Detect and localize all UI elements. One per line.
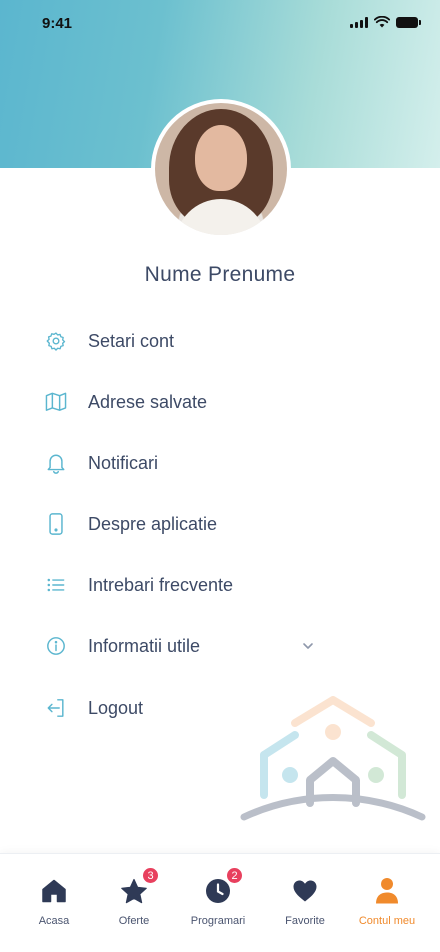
chevron-down-icon[interactable] — [300, 638, 316, 654]
menu-item-label: Intrebari frecvente — [88, 574, 234, 595]
notification-badge: 2 — [226, 867, 243, 884]
gear-icon — [45, 330, 67, 352]
menu-item-label: Logout — [88, 697, 144, 718]
home-icon — [39, 876, 69, 906]
bell-icon — [45, 452, 67, 474]
menu-item-label: Informatii utile — [88, 635, 201, 656]
list-icon — [45, 574, 67, 596]
avatar-photo — [155, 103, 287, 235]
menu-item-useful-info[interactable]: Informatii utile — [0, 624, 440, 668]
menu-item-account-settings[interactable]: Setari cont — [0, 319, 440, 363]
nav-item-my-account[interactable]: Contul meu — [343, 854, 431, 944]
nav-label: Programari — [190, 915, 246, 927]
menu-item-faq[interactable]: Intrebari frecvente — [0, 563, 440, 607]
nav-label: Oferte — [118, 915, 150, 927]
battery-icon — [396, 16, 421, 28]
profile-name: Nume Prenume — [144, 263, 296, 286]
menu-item-saved-addresses[interactable]: Adrese salvate — [0, 380, 440, 424]
bottom-navigation: Acasa 3 Oferte 2 Programari Favorite Con… — [0, 853, 440, 952]
notification-badge: 3 — [142, 867, 159, 884]
status-time: 9:41 — [42, 15, 73, 32]
house-logo-watermark — [240, 696, 426, 821]
menu-item-label: Despre aplicatie — [88, 513, 218, 534]
avatar[interactable] — [151, 99, 291, 239]
nav-item-home[interactable]: Acasa — [10, 854, 98, 944]
menu-item-label: Notificari — [88, 452, 159, 473]
map-icon — [45, 391, 67, 413]
menu-item-about-app[interactable]: Despre aplicatie — [0, 502, 440, 546]
signal-icon — [350, 16, 368, 28]
nav-item-appointments[interactable]: 2 Programari — [174, 854, 262, 944]
status-icons — [350, 16, 421, 28]
heart-icon — [290, 876, 320, 906]
status-bar: 9:41 — [0, 0, 440, 44]
phone-icon — [45, 513, 67, 535]
info-icon — [45, 635, 67, 657]
nav-label: Acasa — [38, 915, 70, 927]
nav-label: Favorite — [285, 915, 325, 927]
nav-item-favorites[interactable]: Favorite — [261, 854, 349, 944]
nav-label: Contul meu — [358, 915, 416, 927]
user-icon — [372, 876, 402, 906]
wifi-icon — [374, 16, 390, 28]
menu-item-notifications[interactable]: Notificari — [0, 441, 440, 485]
menu-item-label: Adrese salvate — [88, 391, 208, 412]
logout-icon — [45, 697, 67, 719]
menu-item-label: Setari cont — [88, 330, 175, 351]
nav-item-offers[interactable]: 3 Oferte — [90, 854, 178, 944]
